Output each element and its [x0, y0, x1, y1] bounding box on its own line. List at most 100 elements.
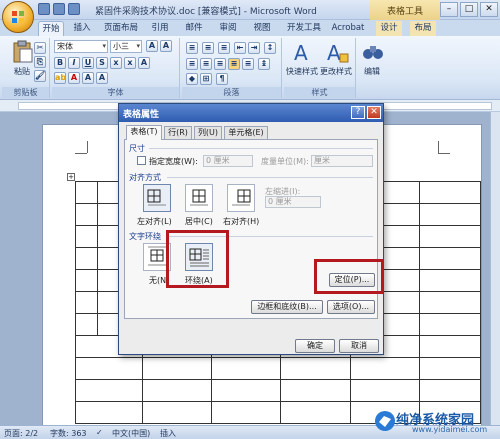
- align-right-option[interactable]: [227, 184, 255, 212]
- preferred-width-input[interactable]: 0 厘米: [203, 155, 253, 167]
- clipboard-group-label: 剪贴板: [2, 87, 49, 98]
- measure-label: 度量单位(M):: [261, 157, 309, 166]
- bullets-icon[interactable]: ≡: [186, 42, 198, 54]
- edit-label[interactable]: 编辑: [364, 66, 380, 77]
- format-painter-icon[interactable]: 🖌: [34, 70, 46, 82]
- tab-insert[interactable]: 插入: [70, 21, 94, 36]
- window-controls: – □ ✕: [440, 2, 498, 17]
- tab-row[interactable]: 行(R): [164, 126, 192, 139]
- align-left-option[interactable]: [143, 184, 171, 212]
- status-language[interactable]: 中文(中国): [112, 428, 150, 439]
- quick-styles-icon[interactable]: A: [290, 40, 316, 64]
- shrink-font-icon[interactable]: A: [160, 40, 172, 52]
- redo-icon[interactable]: [68, 3, 80, 15]
- ribbon: 粘贴 ✂ ⎘ 🖌 剪贴板 宋体 小三 A A B I U S x x A ab …: [0, 36, 500, 100]
- italic-icon[interactable]: I: [68, 57, 80, 69]
- tab-mailings[interactable]: 邮件: [182, 21, 206, 36]
- status-page[interactable]: 页面: 2/2: [4, 428, 38, 439]
- borders-icon[interactable]: ⊞: [200, 73, 212, 85]
- maximize-icon[interactable]: □: [460, 2, 478, 17]
- undo-icon[interactable]: [53, 3, 65, 15]
- font-group: 宋体 小三 A A B I U S x x A ab A A A 字体: [52, 38, 180, 98]
- borders-shading-button[interactable]: 边框和底纹(B)...: [251, 300, 323, 314]
- size-section-title: 尺寸: [129, 144, 145, 153]
- line-spacing-icon[interactable]: ↨: [258, 58, 270, 70]
- editing-group: 编辑: [358, 38, 388, 98]
- align-left-icon[interactable]: ≡: [186, 58, 198, 70]
- crop-mark: [438, 141, 439, 153]
- align-center-option[interactable]: [185, 184, 213, 212]
- tab-page-layout[interactable]: 页面布局: [100, 21, 142, 36]
- save-icon[interactable]: [38, 3, 50, 15]
- highlight-icon[interactable]: ab: [54, 72, 66, 84]
- cancel-button[interactable]: 取消: [339, 339, 379, 353]
- ribbon-tabs: 开始 插入 页面布局 引用 邮件 审阅 视图 开发工具 Acrobat 设计 布…: [0, 20, 500, 36]
- table-tools-context-title: 表格工具: [370, 0, 440, 20]
- font-color-icon[interactable]: A: [68, 72, 80, 84]
- table-move-handle-icon[interactable]: +: [67, 173, 75, 181]
- sort-icon[interactable]: ↕: [264, 42, 276, 54]
- close-icon[interactable]: ✕: [367, 106, 381, 119]
- shading-icon[interactable]: ◆: [186, 73, 198, 85]
- tab-layout[interactable]: 布局: [410, 21, 436, 36]
- numbering-icon[interactable]: ≡: [202, 42, 214, 54]
- strikethrough-icon[interactable]: S: [96, 57, 108, 69]
- show-marks-icon[interactable]: ¶: [216, 73, 228, 85]
- quick-styles-label[interactable]: 快速样式: [286, 66, 318, 77]
- change-styles-label[interactable]: 更改样式: [320, 66, 352, 77]
- decrease-indent-icon[interactable]: ⇤: [234, 42, 246, 54]
- tab-table[interactable]: 表格(T): [126, 125, 162, 140]
- help-icon[interactable]: ?: [351, 106, 365, 119]
- multilevel-list-icon[interactable]: ≡: [218, 42, 230, 54]
- distribute-icon[interactable]: ≡: [242, 58, 254, 70]
- preferred-width-checkbox[interactable]: [137, 156, 146, 165]
- tab-cell[interactable]: 单元格(E): [224, 126, 268, 139]
- indent-input[interactable]: 0 厘米: [265, 196, 321, 208]
- tab-view[interactable]: 视图: [250, 21, 274, 36]
- positioning-highlight: [314, 259, 384, 294]
- subscript-icon[interactable]: x: [110, 57, 122, 69]
- align-center-table-icon: [190, 189, 208, 206]
- minimize-icon[interactable]: –: [440, 2, 458, 17]
- tab-review[interactable]: 审阅: [216, 21, 240, 36]
- underline-icon[interactable]: U: [82, 57, 94, 69]
- options-button[interactable]: 选项(O)...: [327, 300, 375, 314]
- font-name-combo[interactable]: 宋体: [54, 40, 108, 53]
- office-button[interactable]: [2, 1, 34, 33]
- grow-font-icon[interactable]: A: [146, 40, 158, 52]
- increase-indent-icon[interactable]: ⇥: [248, 42, 260, 54]
- proofing-icon[interactable]: ✓: [96, 428, 103, 437]
- tab-home[interactable]: 开始: [38, 21, 64, 36]
- paste-label[interactable]: 粘贴: [14, 66, 30, 77]
- tab-references[interactable]: 引用: [148, 21, 172, 36]
- change-styles-icon[interactable]: A: [324, 40, 350, 64]
- tab-acrobat[interactable]: Acrobat: [330, 21, 366, 36]
- justify-icon[interactable]: ≡: [228, 58, 240, 70]
- ok-button[interactable]: 确定: [295, 339, 335, 353]
- font-size-combo[interactable]: 小三: [110, 40, 142, 53]
- copy-icon[interactable]: ⎘: [34, 56, 46, 68]
- table-properties-dialog: 表格属性 ? ✕ 表格(T) 行(R) 列(U) 单元格(E) 尺寸 指定宽度(…: [118, 103, 384, 355]
- clear-format-icon[interactable]: A: [138, 57, 150, 69]
- measure-select[interactable]: 厘米: [311, 155, 373, 167]
- paste-icon[interactable]: [10, 40, 36, 64]
- find-binoculars-icon[interactable]: [360, 40, 386, 64]
- align-right-icon[interactable]: ≡: [214, 58, 226, 70]
- cut-icon[interactable]: ✂: [34, 42, 46, 54]
- superscript-icon[interactable]: x: [124, 57, 136, 69]
- close-window-icon[interactable]: ✕: [480, 2, 498, 17]
- bold-icon[interactable]: B: [54, 57, 66, 69]
- align-center-icon[interactable]: ≡: [200, 58, 212, 70]
- tab-column[interactable]: 列(U): [194, 126, 222, 139]
- crop-mark: [87, 141, 88, 153]
- wrapping-section-title: 文字环绕: [129, 232, 161, 241]
- status-words[interactable]: 字数: 363: [50, 428, 87, 439]
- char-shading-icon[interactable]: A: [82, 72, 94, 84]
- dialog-title: 表格属性: [119, 104, 383, 122]
- tab-developer[interactable]: 开发工具: [284, 21, 324, 36]
- status-insert-mode[interactable]: 插入: [160, 428, 176, 439]
- clipboard-group: 粘贴 ✂ ⎘ 🖌 剪贴板: [2, 38, 50, 98]
- vertical-scrollbar[interactable]: [490, 112, 500, 425]
- char-border-icon[interactable]: A: [96, 72, 108, 84]
- tab-design[interactable]: 设计: [376, 21, 402, 36]
